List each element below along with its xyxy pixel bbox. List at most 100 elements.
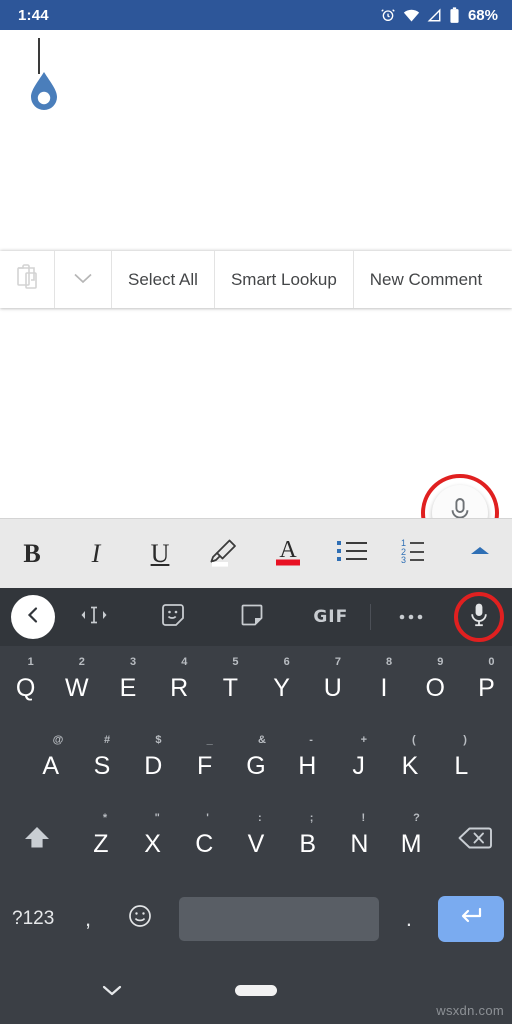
key-sup: ) <box>463 734 467 746</box>
key-sup: 1 <box>27 656 34 668</box>
period-key[interactable]: . <box>387 880 430 958</box>
numbered-list-button[interactable]: 123 <box>384 519 448 588</box>
key-p[interactable]: 0P <box>461 646 512 724</box>
key-label: J <box>352 752 365 780</box>
shift-key[interactable] <box>0 802 75 880</box>
key-o[interactable]: 9O <box>410 646 461 724</box>
key-label: W <box>65 674 89 702</box>
voice-input-button[interactable] <box>450 588 508 646</box>
key-u[interactable]: 7U <box>307 646 358 724</box>
key-d[interactable]: $ D <box>128 724 179 802</box>
key-i[interactable]: 8I <box>358 646 409 724</box>
key-g[interactable]: & G <box>230 724 281 802</box>
key-f[interactable]: _ F <box>179 724 230 802</box>
bold-button[interactable]: B <box>0 519 64 588</box>
key-q[interactable]: 1Q <box>0 646 51 724</box>
numbered-list-icon: 123 <box>400 538 432 569</box>
keyboard-row-1: 1Q 2W 3E 4R 5T 6Y 7U 8I 9O 0P <box>0 646 512 724</box>
key-sup: 9 <box>437 656 444 668</box>
space-key[interactable] <box>170 880 387 958</box>
key-label: E <box>119 674 137 702</box>
key-e[interactable]: 3E <box>102 646 153 724</box>
backspace-key[interactable] <box>437 802 512 880</box>
key-sup: - <box>309 734 313 746</box>
paste-icon <box>14 263 40 296</box>
italic-button[interactable]: I <box>64 519 128 588</box>
symbols-key[interactable]: ?123 <box>0 880 66 958</box>
font-color-button[interactable]: A <box>256 519 320 588</box>
key-h[interactable]: -H <box>282 724 333 802</box>
battery-percent: 68% <box>467 6 498 24</box>
key-sup: 4 <box>181 656 188 668</box>
translate-button[interactable] <box>213 588 292 646</box>
key-n[interactable]: ! N <box>334 802 386 880</box>
key-x[interactable]: " X <box>127 802 179 880</box>
highlight-button[interactable] <box>192 519 256 588</box>
home-indicator[interactable] <box>235 985 277 996</box>
chevron-left-icon <box>25 606 41 629</box>
text-cursor-group[interactable] <box>28 38 60 118</box>
text-caret <box>38 38 40 74</box>
overflow-menu-icon <box>398 608 424 626</box>
highlighter-icon <box>204 533 244 574</box>
comma-key[interactable]: , <box>66 880 109 958</box>
navigation-bar: wsxdn.com <box>0 960 512 1024</box>
key-z[interactable]: * Z <box>75 802 127 880</box>
key-w[interactable]: 2W <box>51 646 102 724</box>
smart-lookup-button[interactable]: Smart Lookup <box>215 251 354 308</box>
key-sup: _ <box>206 734 213 746</box>
keyboard-row-2: @ A # S $ D _ F & G -H + J (K ) L <box>0 724 512 802</box>
text-edit-button[interactable] <box>55 588 134 646</box>
sticker-button[interactable] <box>134 588 213 646</box>
hide-keyboard-button[interactable] <box>98 980 126 1004</box>
key-sup: " <box>154 812 160 824</box>
key-label: U <box>323 674 342 702</box>
expand-toolbar-button[interactable] <box>448 519 512 588</box>
svg-text:A: A <box>279 537 297 563</box>
select-all-button[interactable]: Select All <box>112 251 215 308</box>
paste-button[interactable] <box>0 251 55 308</box>
key-s[interactable]: # S <box>76 724 127 802</box>
key-label: Z <box>93 830 109 858</box>
status-time: 1:44 <box>18 6 49 24</box>
emoji-key[interactable] <box>110 880 170 958</box>
key-c[interactable]: ' C <box>178 802 230 880</box>
status-bar: 1:44 68% <box>0 0 512 30</box>
watermark: wsxdn.com <box>436 1003 504 1018</box>
key-m[interactable]: ? M <box>385 802 437 880</box>
enter-icon <box>458 905 484 934</box>
key-l[interactable]: ) L <box>436 724 487 802</box>
key-label: V <box>247 830 265 858</box>
keyboard-mic-group[interactable] <box>450 588 508 646</box>
key-r[interactable]: 4R <box>154 646 205 724</box>
chevron-down-icon <box>73 270 93 290</box>
key-j[interactable]: + J <box>333 724 384 802</box>
key-t[interactable]: 5T <box>205 646 256 724</box>
bullet-list-button[interactable] <box>320 519 384 588</box>
emoji-icon <box>127 903 153 936</box>
key-sup: 7 <box>334 656 341 668</box>
keyboard-row-4: ?123 , . <box>0 880 512 958</box>
new-comment-button[interactable]: New Comment <box>354 251 498 308</box>
key-v[interactable]: :V <box>230 802 282 880</box>
key-a[interactable]: @ A <box>25 724 76 802</box>
key-label: I <box>380 674 388 702</box>
overflow-menu-button[interactable] <box>371 588 450 646</box>
key-b[interactable]: ; B <box>282 802 334 880</box>
key-sup: 6 <box>283 656 290 668</box>
underline-button[interactable]: U <box>128 519 192 588</box>
chevron-up-icon <box>469 544 491 563</box>
gif-button[interactable]: GIF <box>291 588 370 646</box>
key-label: K <box>401 752 419 780</box>
context-menu-expand-button[interactable] <box>55 251 112 308</box>
on-screen-keyboard: 1Q 2W 3E 4R 5T 6Y 7U 8I 9O 0P @ A # S $ D _… <box>0 646 512 960</box>
enter-key[interactable] <box>431 880 512 958</box>
selection-handle[interactable] <box>28 70 60 119</box>
key-sup: : <box>258 812 262 824</box>
keyboard-row-3: * Z " X ' C :V ; B ! N ? M <box>0 802 512 880</box>
key-k[interactable]: (K <box>384 724 435 802</box>
document-canvas[interactable]: Select All Smart Lookup New Comment <box>0 30 512 552</box>
key-sup: 0 <box>488 656 495 668</box>
toolbar-back-button[interactable] <box>11 595 55 639</box>
key-y[interactable]: 6Y <box>256 646 307 724</box>
